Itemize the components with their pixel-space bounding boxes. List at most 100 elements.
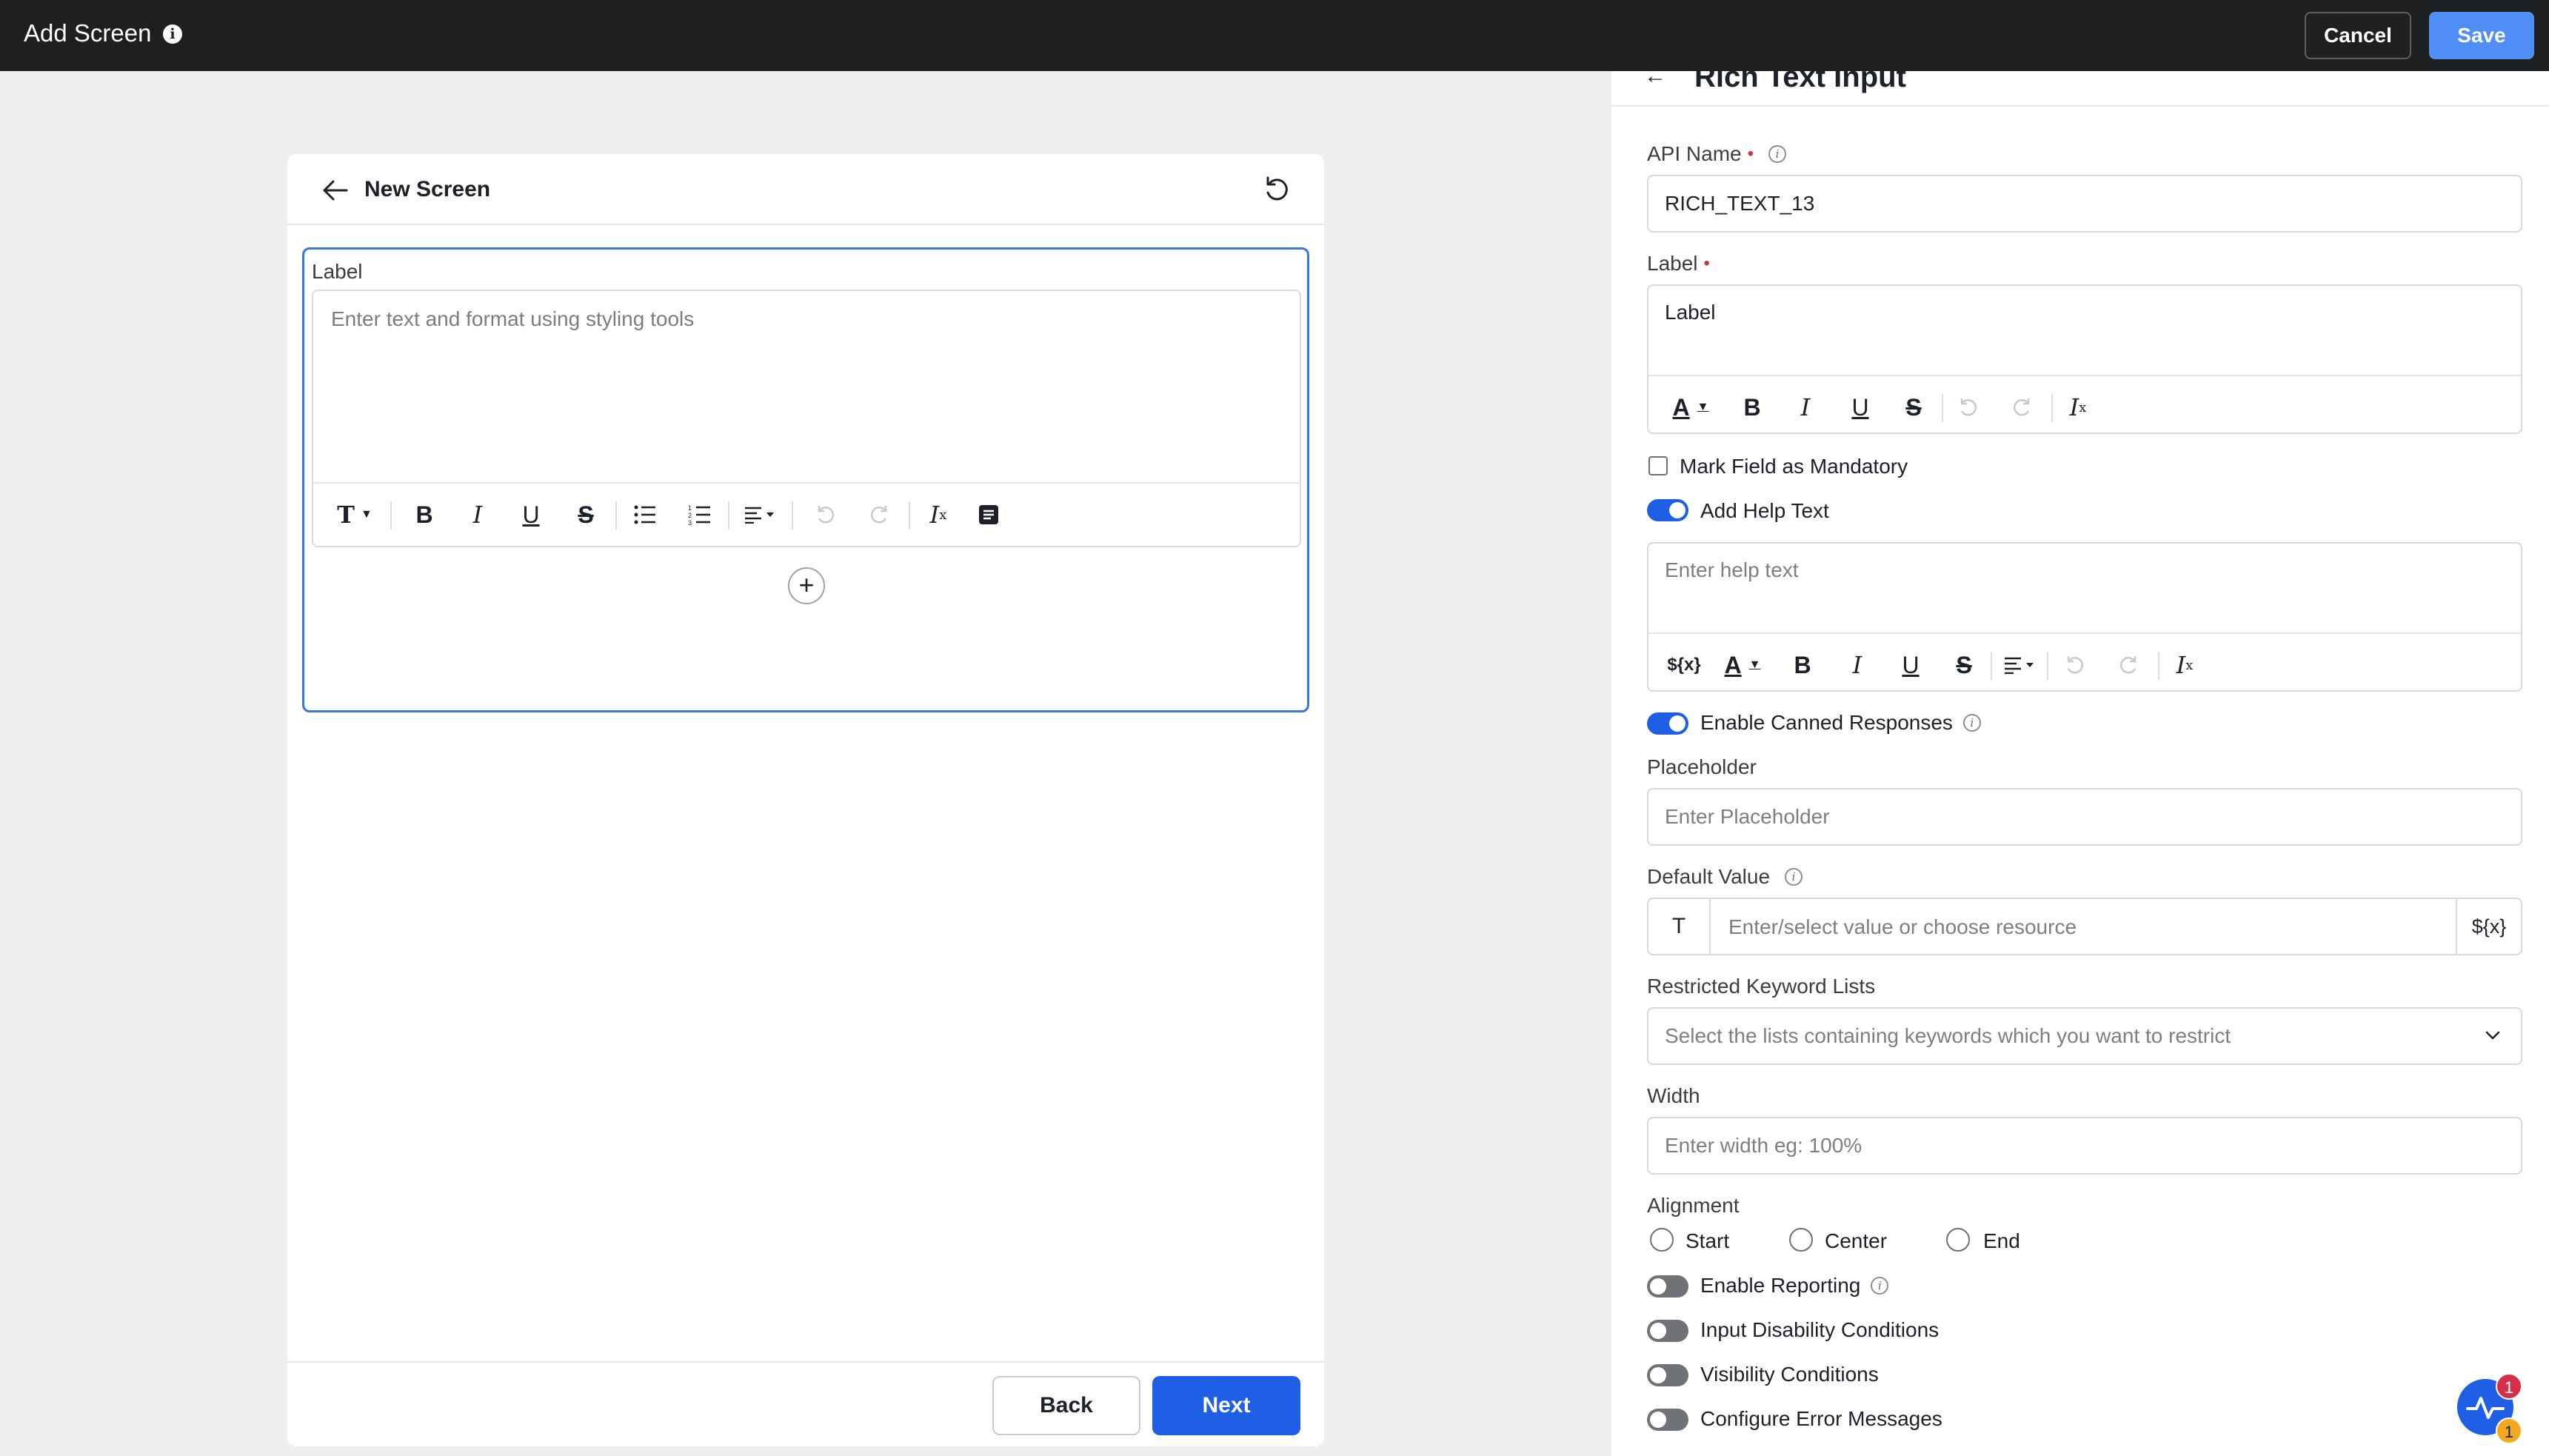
editor-placeholder: Enter text and format using styling tool… — [331, 307, 695, 330]
toolbar-divider — [909, 501, 910, 530]
chevron-down-icon — [2485, 1031, 2500, 1040]
default-value-input[interactable]: T Enter/select value or choose resource … — [1647, 898, 2522, 955]
info-icon[interactable]: i — [1871, 1277, 1889, 1295]
properties-panel: ← Rich Text Input API Name • i RICH_TEXT_1… — [1611, 71, 2549, 1456]
panel-title: Rich Text Input — [1694, 71, 1906, 93]
toggle-knob — [1669, 715, 1686, 732]
restricted-keywords-select[interactable]: Select the lists containing keywords whi… — [1647, 1007, 2522, 1065]
variable-picker-button[interactable]: ${x} — [2456, 899, 2521, 954]
undo-icon[interactable] — [1952, 391, 1985, 424]
variable-icon[interactable]: ${x} — [1663, 649, 1705, 681]
alignment-label-text: Alignment — [1647, 1194, 1740, 1217]
disability-toggle[interactable] — [1647, 1320, 1688, 1342]
rich-text-field-selected[interactable]: Label Enter text and format using stylin… — [302, 247, 1309, 712]
bold-icon[interactable]: B — [1736, 391, 1768, 424]
toolbar-divider — [728, 501, 729, 530]
numbered-list-icon[interactable]: 123 — [684, 498, 716, 531]
canned-responses-toggle[interactable] — [1647, 712, 1688, 735]
screen-title: New Screen — [364, 177, 491, 201]
alert-badge: 1 — [2496, 1417, 2522, 1444]
restricted-keywords-label: Restricted Keyword Lists — [1647, 975, 1875, 998]
next-button[interactable]: Next — [1152, 1376, 1300, 1435]
clear-format-icon[interactable]: Ix — [2168, 649, 2201, 681]
toggle-knob — [1650, 1412, 1666, 1428]
redo-icon[interactable] — [863, 498, 895, 531]
canned-responses-row: Enable Canned Responses i — [1700, 711, 1981, 735]
toolbar-divider — [615, 501, 617, 530]
text-color-icon[interactable]: A ▼ — [1720, 649, 1765, 681]
toolbar-divider — [2158, 652, 2159, 680]
add-component-button[interactable]: + — [788, 567, 825, 604]
toolbar-divider — [1991, 652, 1992, 680]
italic-icon[interactable]: I — [1789, 391, 1822, 424]
reset-icon[interactable] — [1262, 175, 1292, 204]
screen-footer: Back Next — [287, 1361, 1324, 1446]
align-icon[interactable] — [2001, 649, 2038, 681]
help-text-label: Add Help Text — [1700, 499, 1829, 522]
undo-icon[interactable] — [2059, 649, 2091, 681]
save-button[interactable]: Save — [2429, 12, 2534, 59]
label-rich-text-editor[interactable]: Label A ▼ B I U S Ix — [1647, 284, 2522, 434]
default-value-placeholder: Enter/select value or choose resource — [1728, 915, 2077, 938]
help-text-editor[interactable]: Enter help text ${x} A ▼ B I U S Ix — [1647, 542, 2522, 692]
help-text-toggle[interactable] — [1647, 499, 1688, 521]
info-icon[interactable]: i — [1785, 868, 1803, 886]
restricted-keywords-placeholder: Select the lists containing keywords whi… — [1665, 1024, 2231, 1047]
api-name-input[interactable]: RICH_TEXT_13 — [1647, 175, 2522, 233]
redo-icon[interactable] — [2112, 649, 2145, 681]
clear-format-icon[interactable]: Ix — [922, 498, 955, 531]
strikethrough-icon[interactable]: S — [1897, 391, 1930, 424]
canned-response-icon[interactable] — [972, 498, 1005, 531]
info-icon[interactable]: i — [1768, 145, 1787, 163]
italic-icon[interactable]: I — [1841, 649, 1874, 681]
width-label-text: Width — [1647, 1084, 1700, 1107]
align-icon[interactable] — [741, 498, 778, 531]
text-type-selector[interactable]: T — [1648, 899, 1711, 954]
error-messages-toggle[interactable] — [1647, 1409, 1688, 1431]
toolbar-divider — [2047, 652, 2048, 680]
underline-icon[interactable]: U — [515, 498, 547, 531]
info-icon[interactable]: i — [1962, 714, 1981, 732]
mandatory-label: Mark Field as Mandatory — [1680, 455, 1908, 478]
reporting-toggle[interactable] — [1647, 1275, 1688, 1298]
panel-back-icon[interactable]: ← — [1644, 71, 1666, 89]
bold-icon[interactable]: B — [1786, 649, 1819, 681]
info-circle-icon[interactable]: i — [163, 24, 182, 44]
bold-icon[interactable]: B — [408, 498, 441, 531]
redo-icon[interactable] — [2005, 391, 2038, 424]
width-input[interactable]: Enter width eg: 100% — [1647, 1117, 2522, 1175]
bullet-list-icon[interactable] — [629, 498, 661, 531]
strikethrough-icon[interactable]: S — [1948, 649, 1980, 681]
help-text-toolbar: ${x} A ▼ B I U S Ix — [1648, 632, 2521, 692]
underline-icon[interactable]: U — [1894, 649, 1927, 681]
undo-icon[interactable] — [809, 498, 842, 531]
label-editor-value: Label — [1665, 301, 1716, 324]
mandatory-checkbox[interactable] — [1648, 456, 1668, 475]
rich-text-editor[interactable]: Enter text and format using styling tool… — [312, 290, 1301, 547]
italic-icon[interactable]: I — [461, 498, 494, 531]
screen-canvas: New Screen Label Enter text and format u… — [287, 154, 1324, 1446]
underline-icon[interactable]: U — [1844, 391, 1877, 424]
alignment-center-radio[interactable] — [1789, 1228, 1813, 1252]
toggle-knob — [1650, 1367, 1666, 1383]
alignment-end-radio[interactable] — [1946, 1228, 1970, 1252]
label-field-label: Label • — [1647, 252, 1710, 275]
toolbar-divider — [2051, 394, 2053, 422]
toolbar-divider — [390, 501, 392, 530]
text-style-icon[interactable]: T ▼ — [333, 498, 377, 531]
panel-header: ← Rich Text Input — [1611, 71, 2549, 107]
placeholder-input[interactable]: Enter Placeholder — [1647, 788, 2522, 846]
cancel-button[interactable]: Cancel — [2305, 12, 2411, 59]
visibility-toggle[interactable] — [1647, 1364, 1688, 1386]
required-marker: • — [1703, 253, 1710, 273]
svg-text:2: 2 — [688, 512, 692, 519]
alignment-center-label: Center — [1825, 1229, 1888, 1252]
back-arrow-icon[interactable] — [321, 179, 348, 201]
text-color-icon[interactable]: A ▼ — [1668, 391, 1714, 424]
alignment-start-radio[interactable] — [1650, 1228, 1674, 1252]
clear-format-icon[interactable]: Ix — [2062, 391, 2094, 424]
strikethrough-icon[interactable]: S — [569, 498, 602, 531]
api-name-label-text: API Name — [1647, 142, 1742, 165]
default-value-label-text: Default Value — [1647, 865, 1771, 888]
back-button[interactable]: Back — [992, 1376, 1140, 1435]
